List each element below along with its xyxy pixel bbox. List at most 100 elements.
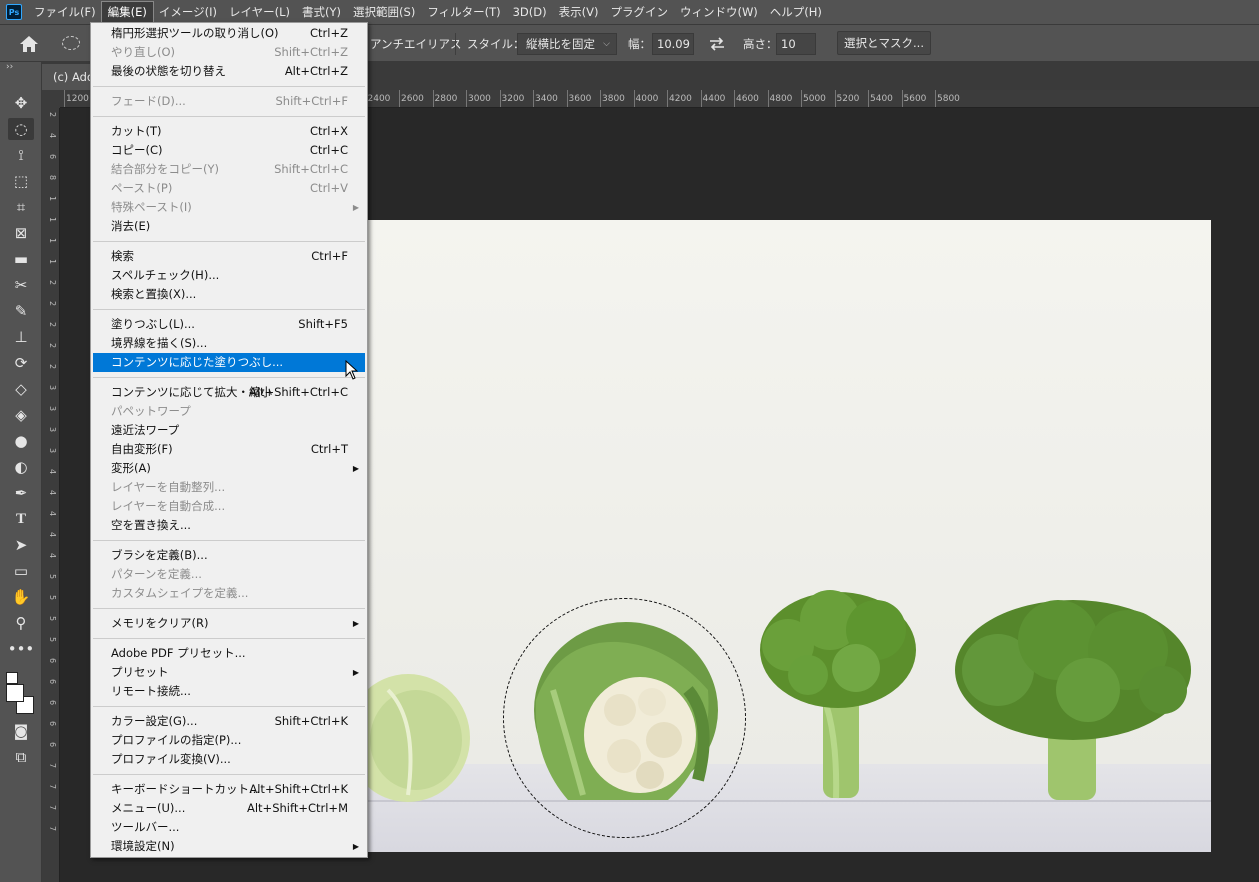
style-select[interactable]: 縦横比を固定 ⌵ [517,33,617,55]
menu-item-toggle-state[interactable]: 最後の状態を切り替え Alt+Ctrl+Z [93,62,365,81]
menu-item-define-pattern[interactable]: パターンを定義... [93,565,365,584]
menu-item-shortcut: Alt+Ctrl+Z [284,64,348,78]
menu-item-paste-special[interactable]: 特殊ペースト(I) ▶ [93,198,365,217]
menu-item-undo[interactable]: 楕円形選択ツールの取り消し(O) Ctrl+Z [93,24,365,43]
menu-item-define-shape[interactable]: カスタムシェイプを定義... [93,584,365,603]
menu-item-paste[interactable]: ペースト(P) Ctrl+V [93,179,365,198]
menu-item-auto-align[interactable]: レイヤーを自動整列... [93,478,365,497]
ruler-tool-icon[interactable]: ▬ [8,248,34,270]
menu-item-puppet-warp[interactable]: パペットワープ [93,402,365,421]
menu-item-remote-connections[interactable]: リモート接続... [93,682,365,701]
menu-item-assign-profile[interactable]: プロファイルの指定(P)... [93,731,365,750]
swap-icon[interactable] [706,34,728,54]
lasso-tool-icon[interactable]: ⟟ [8,144,34,166]
menu-item-copy-merged[interactable]: 結合部分をコピー(Y) Shift+Ctrl+C [93,160,365,179]
menu-item-copy[interactable]: コピー(C) Ctrl+C [93,141,365,160]
crop-tool-icon[interactable]: ⌗ [8,196,34,218]
menu-item-cut[interactable]: カット(T) Ctrl+X [93,122,365,141]
brush-tool-icon[interactable]: ✎ [8,300,34,322]
menu-item-define-brush[interactable]: ブラシを定義(B)... [93,546,365,565]
menu-select[interactable]: 選択範囲(S) [347,2,421,22]
elliptical-selection-marquee[interactable] [503,598,746,838]
menu-item-presets[interactable]: プリセット ▶ [93,663,365,682]
menu-item-label: やり直し(O) [111,45,176,59]
history-brush-icon[interactable]: ⟳ [8,352,34,374]
menu-item-auto-blend[interactable]: レイヤーを自動合成... [93,497,365,516]
photoshop-logo-icon: Ps [6,4,22,20]
move-tool-icon[interactable]: ✥ [8,92,34,114]
ruler-tick-label: 6 [48,658,57,664]
menu-item-redo[interactable]: やり直し(O) Shift+Ctrl+Z [93,43,365,62]
menu-item-content-aware-scale[interactable]: コンテンツに応じて拡大・縮小 Alt+Shift+Ctrl+C [93,383,365,402]
quick-mask-icon[interactable]: ◙ [8,720,34,742]
menu-layer[interactable]: レイヤー(L) [223,2,296,22]
stamp-tool-icon[interactable]: ⊥ [8,326,34,348]
select-and-mask-button[interactable]: 選択とマスク... [837,31,931,55]
menu-item-keyboard-shortcuts[interactable]: キーボードショートカット... Alt+Shift+Ctrl+K [93,780,365,799]
ruler-tick-label: 4800 [769,94,793,104]
zoom-tool-icon[interactable]: ⚲ [8,612,34,634]
color-swatch[interactable] [6,684,24,702]
menu-item-perspective-warp[interactable]: 遠近法ワープ [93,421,365,440]
menu-item-purge[interactable]: メモリをクリア(R) ▶ [93,614,365,633]
menu-filter[interactable]: フィルター(T) [421,2,506,22]
menu-item-toolbar[interactable]: ツールバー... [93,818,365,837]
antialias-label[interactable]: アンチエイリアス [370,36,462,52]
menu-item-clear[interactable]: 消去(E) [93,217,365,236]
hand-tool-icon[interactable]: ✋ [8,586,34,608]
menu-file[interactable]: ファイル(F) [28,2,102,22]
height-field[interactable]: 10 [776,33,816,55]
screen-mode-icon[interactable]: ⧉ [8,746,34,768]
menu-item-pdf-presets[interactable]: Adobe PDF プリセット... [93,644,365,663]
menu-window[interactable]: ウィンドウ(W) [674,2,764,22]
frame-tool-icon[interactable]: ⊠ [8,222,34,244]
menu-item-find-replace[interactable]: 検索と置換(X)... [93,285,365,304]
menu-item-fade[interactable]: フェード(D)... Shift+Ctrl+F [93,92,365,111]
menu-help[interactable]: ヘルプ(H) [764,2,828,22]
path-select-icon[interactable]: ➤ [8,534,34,556]
rectangle-tool-icon[interactable]: ▭ [8,560,34,582]
menu-3d[interactable]: 3D(D) [507,2,553,22]
healing-tool-icon[interactable]: ✂ [8,274,34,296]
menu-item-content-aware-fill[interactable]: コンテンツに応じた塗りつぶし... [93,353,365,372]
elliptical-marquee-icon[interactable] [62,36,80,50]
document-image[interactable] [368,220,1211,852]
ruler-tick-line [633,90,635,107]
elliptical-marquee-tool-icon[interactable]: ◌ [8,118,34,140]
type-tool-icon[interactable]: T [8,508,34,530]
menu-item-spell-check[interactable]: スペルチェック(H)... [93,266,365,285]
menu-item-fill[interactable]: 塗りつぶし(L)... Shift+F5 [93,315,365,334]
blur-tool-icon[interactable]: ● [8,430,34,452]
menu-item-preferences[interactable]: 環境設定(N) ▶ [93,837,365,856]
menu-item-convert-profile[interactable]: プロファイル変換(V)... [93,750,365,769]
menu-item-free-transform[interactable]: 自由変形(F) Ctrl+T [93,440,365,459]
more-tools-icon[interactable]: ••• [8,638,35,660]
menu-type[interactable]: 書式(Y) [296,2,347,22]
menu-item-menus[interactable]: メニュー(U)... Alt+Shift+Ctrl+M [93,799,365,818]
menu-item-sky-replace[interactable]: 空を置き換え... [93,516,365,535]
ruler-tick-label: 5 [48,616,57,622]
menu-edit[interactable]: 編集(E) [100,1,154,23]
dodge-tool-icon[interactable]: ◐ [8,456,34,478]
foreground-color-swatch[interactable] [6,672,18,684]
menu-item-color-settings[interactable]: カラー設定(G)... Shift+Ctrl+K [93,712,365,731]
object-select-tool-icon[interactable]: ⬚ [8,170,34,192]
menu-separator [93,241,365,242]
menu-item-label: 自由変形(F) [111,442,173,456]
menu-item-stroke[interactable]: 境界線を描く(S)... [93,334,365,353]
ruler-tick-label: 2 [48,343,57,349]
menu-view[interactable]: 表示(V) [553,2,605,22]
submenu-arrow-icon: ▶ [352,464,359,473]
width-field[interactable]: 10.09 [652,33,694,55]
menu-item-label: スペルチェック(H)... [111,268,220,282]
home-icon[interactable] [18,34,40,54]
menu-image[interactable]: イメージ(I) [153,2,223,22]
menu-plugins[interactable]: プラグイン [604,2,674,22]
collapse-icon[interactable]: ›› [6,62,13,72]
ruler-tick-label: 1 [48,196,57,202]
pen-tool-icon[interactable]: ✒ [8,482,34,504]
eraser-tool-icon[interactable]: ◇ [8,378,34,400]
paint-bucket-icon[interactable]: ◈ [8,404,34,426]
menu-item-search[interactable]: 検索 Ctrl+F [93,247,365,266]
menu-item-transform[interactable]: 変形(A) ▶ [93,459,365,478]
